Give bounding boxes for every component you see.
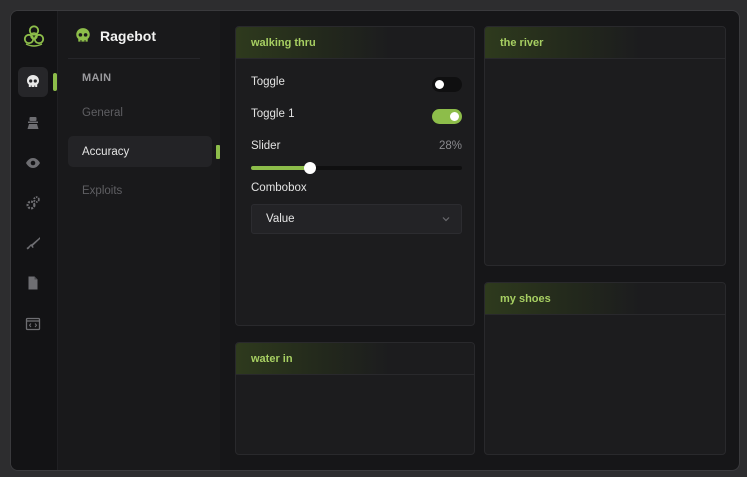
nav-item-exploits[interactable]: Exploits [68,175,212,206]
skull-icon [76,28,90,42]
nav-item-general[interactable]: General [68,97,212,128]
icon-rail [11,11,58,470]
rail-item-ragebot[interactable] [18,67,48,97]
turret-icon [27,117,39,129]
gears-icon [26,196,40,210]
nav-item-label: Exploits [82,184,123,197]
rail-item-weapons[interactable] [18,228,48,258]
biohazard-icon [23,25,45,47]
divider [68,58,200,59]
code-window-icon [25,317,41,331]
app-window: Ragebot MAIN General Accuracy Exploits w… [10,10,740,471]
slider-label: Slider [251,140,281,152]
slider-row: Slider 28% [251,140,462,152]
rail-active-indicator [53,73,57,91]
slider-handle[interactable] [304,162,317,174]
nav-item-label: Accuracy [82,145,130,158]
toggle-label: Toggle [251,76,285,88]
rail-item-turret[interactable] [18,108,48,138]
toggle-knob [435,80,444,89]
rail-item-configs[interactable] [18,268,48,298]
skull-icon [27,75,39,87]
panel-walking-thru: walking thru Toggle Toggle 1 Slider 28% … [235,26,475,326]
nav-item-accuracy[interactable]: Accuracy [68,136,212,167]
combobox[interactable]: Value [251,204,462,234]
panel-title: water in [236,343,474,375]
toggle-1-row: Toggle 1 [251,108,462,120]
rail-item-misc[interactable] [18,188,48,218]
slider-fill [251,166,311,170]
panel-the-river: the river [484,26,726,266]
brand: Ragebot [74,25,156,47]
sub-nav: Ragebot MAIN General Accuracy Exploits [58,11,220,470]
nav-active-indicator [216,145,220,159]
rail-item-scripts[interactable] [18,309,48,339]
section-label-main: MAIN [82,72,112,84]
panel-title: walking thru [236,27,474,59]
slider-track[interactable] [251,162,462,174]
panel-water-in: water in [235,342,475,455]
rifle-icon [26,237,40,250]
eye-icon [26,158,40,168]
file-icon [28,276,38,290]
combobox-label: Combobox [251,182,307,194]
toggle-1-switch[interactable] [432,109,462,124]
page-title: Ragebot [100,28,156,44]
combobox-value: Value [266,213,295,225]
toggle-switch[interactable] [432,77,462,92]
toggle-1-label: Toggle 1 [251,108,295,120]
panel-my-shoes: my shoes [484,282,726,455]
panel-title: my shoes [485,283,725,315]
rail-item-visuals[interactable] [18,148,48,178]
nav-item-label: General [82,106,123,119]
slider-value: 28% [438,140,462,152]
combobox-row: Combobox [251,182,462,194]
toggle-row: Toggle [251,76,462,88]
toggle-knob [450,112,459,121]
panel-title: the river [485,27,725,59]
chevron-down-icon [442,217,450,222]
